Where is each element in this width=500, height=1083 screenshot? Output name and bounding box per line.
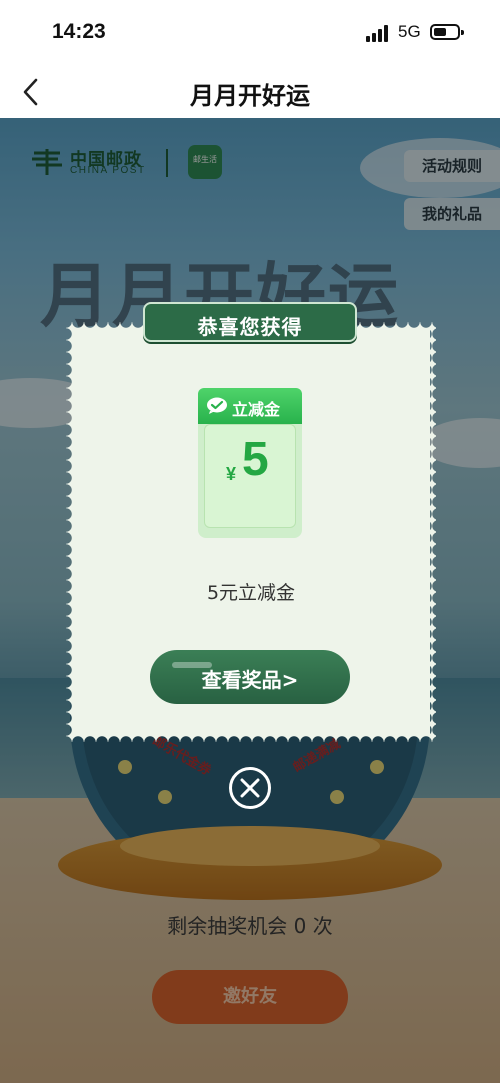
network-label: 5G (398, 22, 421, 41)
modal-banner: 恭喜您获得 (143, 302, 357, 342)
coupon-amount: 5 (242, 433, 269, 486)
status-time: 14:23 (52, 20, 106, 43)
coupon-tag-label: 立减金 (232, 400, 281, 419)
nav-bar: 月月开好运 (0, 66, 500, 118)
status-bar: 14:23 5G (0, 0, 500, 66)
battery-icon (430, 24, 464, 40)
page-title: 月月开好运 (190, 82, 310, 110)
wechat-pay-icon (207, 397, 227, 414)
coupon-tag: 立减金 (198, 388, 302, 424)
prize-name: 5元立减金 (206, 582, 296, 604)
modal-banner-text: 恭喜您获得 (197, 315, 303, 339)
close-modal-button[interactable] (229, 767, 271, 809)
signal-icon (366, 24, 392, 42)
coupon-card: 立减金 ¥ 5 (198, 388, 302, 538)
close-circle-icon (240, 778, 260, 798)
coupon-currency: ¥ (226, 464, 237, 484)
view-prize-label: 查看奖品> (201, 668, 299, 692)
view-prize-button[interactable]: 查看奖品> (150, 650, 350, 704)
